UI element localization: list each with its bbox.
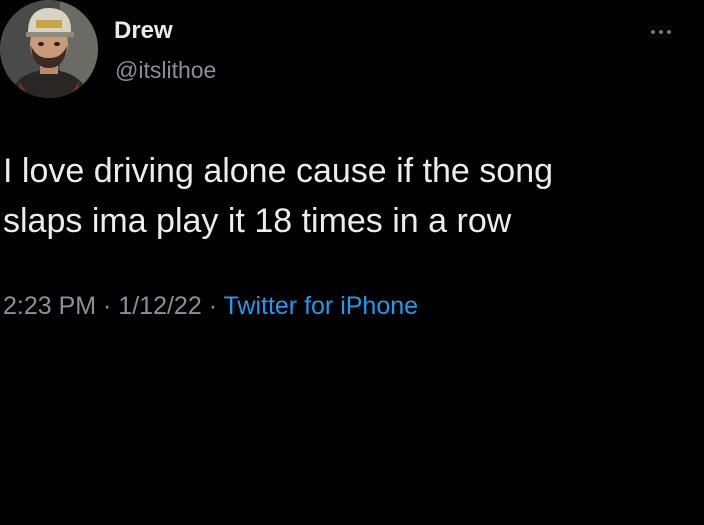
more-dots-icon: [659, 30, 663, 34]
more-dots-icon: [667, 30, 671, 34]
tweet-text-line: I love driving alone cause if the song: [3, 152, 554, 190]
tweet-date[interactable]: 1/12/22: [118, 292, 201, 320]
more-dots-icon: [651, 30, 655, 34]
tweet-text-line: slaps ima play it 18 times in a row: [3, 202, 512, 240]
more-options-button[interactable]: [644, 22, 678, 42]
avatar-image: [0, 0, 98, 98]
tweet-text: I love driving alone cause if the song s…: [3, 146, 693, 246]
tweet-source-link[interactable]: Twitter for iPhone: [224, 292, 419, 320]
meta-separator: ·: [96, 292, 119, 320]
author-handle[interactable]: @itslithoe: [115, 57, 216, 84]
avatar[interactable]: [0, 0, 98, 98]
tweet-meta: 2:23 PM · 1/12/22 · Twitter for iPhone: [3, 292, 418, 321]
author-display-name[interactable]: Drew: [114, 17, 173, 45]
tweet-time[interactable]: 2:23 PM: [3, 292, 96, 320]
meta-separator: ·: [201, 292, 224, 320]
tweet-card: Drew @itslithoe I love driving alone cau…: [0, 0, 704, 525]
